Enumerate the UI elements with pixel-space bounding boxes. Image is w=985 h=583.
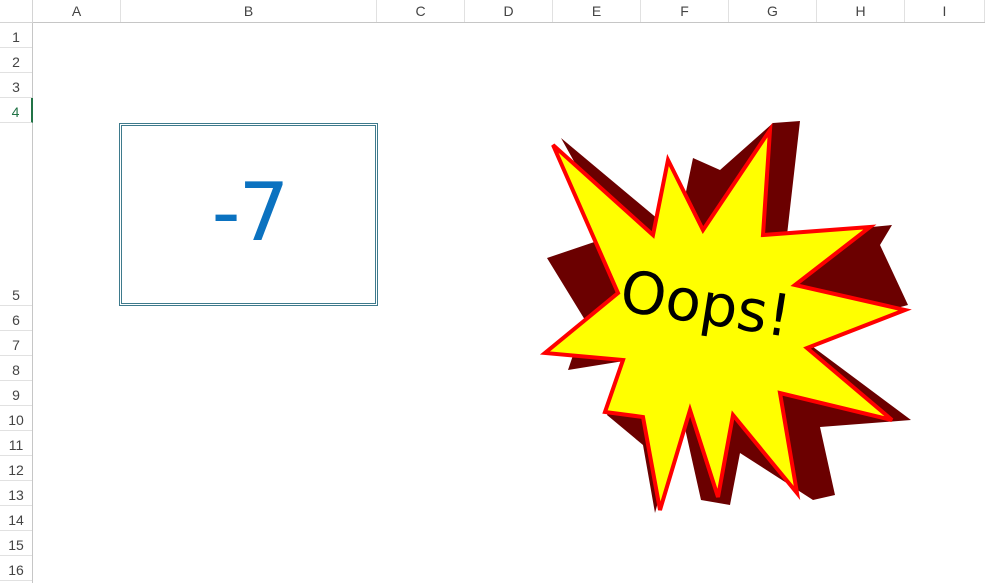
value-text: -7 bbox=[211, 166, 290, 259]
row-header-1[interactable]: 1 bbox=[0, 23, 32, 48]
row-header-14[interactable]: 14 bbox=[0, 506, 32, 531]
column-headers: A B C D E F G H I bbox=[33, 0, 985, 23]
column-header-a[interactable]: A bbox=[33, 0, 121, 22]
column-header-h[interactable]: H bbox=[817, 0, 905, 22]
row-header-7[interactable]: 7 bbox=[0, 331, 32, 356]
row-header-6[interactable]: 6 bbox=[0, 306, 32, 331]
oops-starburst-callout[interactable]: Oops! bbox=[535, 115, 920, 520]
column-header-d[interactable]: D bbox=[465, 0, 553, 22]
row-header-16[interactable]: 16 bbox=[0, 556, 32, 581]
row-header-5[interactable]: 5 bbox=[0, 123, 32, 306]
value-textbox[interactable]: -7 bbox=[119, 123, 378, 306]
spreadsheet-grid: A B C D E F G H I 1 2 3 4 5 6 7 8 9 10 1… bbox=[0, 0, 985, 583]
row-headers: 1 2 3 4 5 6 7 8 9 10 11 12 13 14 15 16 bbox=[0, 23, 33, 583]
column-header-c[interactable]: C bbox=[377, 0, 465, 22]
row-header-11[interactable]: 11 bbox=[0, 431, 32, 456]
row-header-9[interactable]: 9 bbox=[0, 381, 32, 406]
column-header-e[interactable]: E bbox=[553, 0, 641, 22]
row-header-15[interactable]: 15 bbox=[0, 531, 32, 556]
row-header-8[interactable]: 8 bbox=[0, 356, 32, 381]
row-header-12[interactable]: 12 bbox=[0, 456, 32, 481]
row-header-13[interactable]: 13 bbox=[0, 481, 32, 506]
row-header-4[interactable]: 4 bbox=[0, 98, 33, 123]
row-header-10[interactable]: 10 bbox=[0, 406, 32, 431]
row-header-3[interactable]: 3 bbox=[0, 73, 32, 98]
column-header-b[interactable]: B bbox=[121, 0, 377, 22]
row-header-2[interactable]: 2 bbox=[0, 48, 32, 73]
column-header-f[interactable]: F bbox=[641, 0, 729, 22]
select-all-corner[interactable] bbox=[0, 0, 33, 23]
column-header-i[interactable]: I bbox=[905, 0, 985, 22]
column-header-g[interactable]: G bbox=[729, 0, 817, 22]
